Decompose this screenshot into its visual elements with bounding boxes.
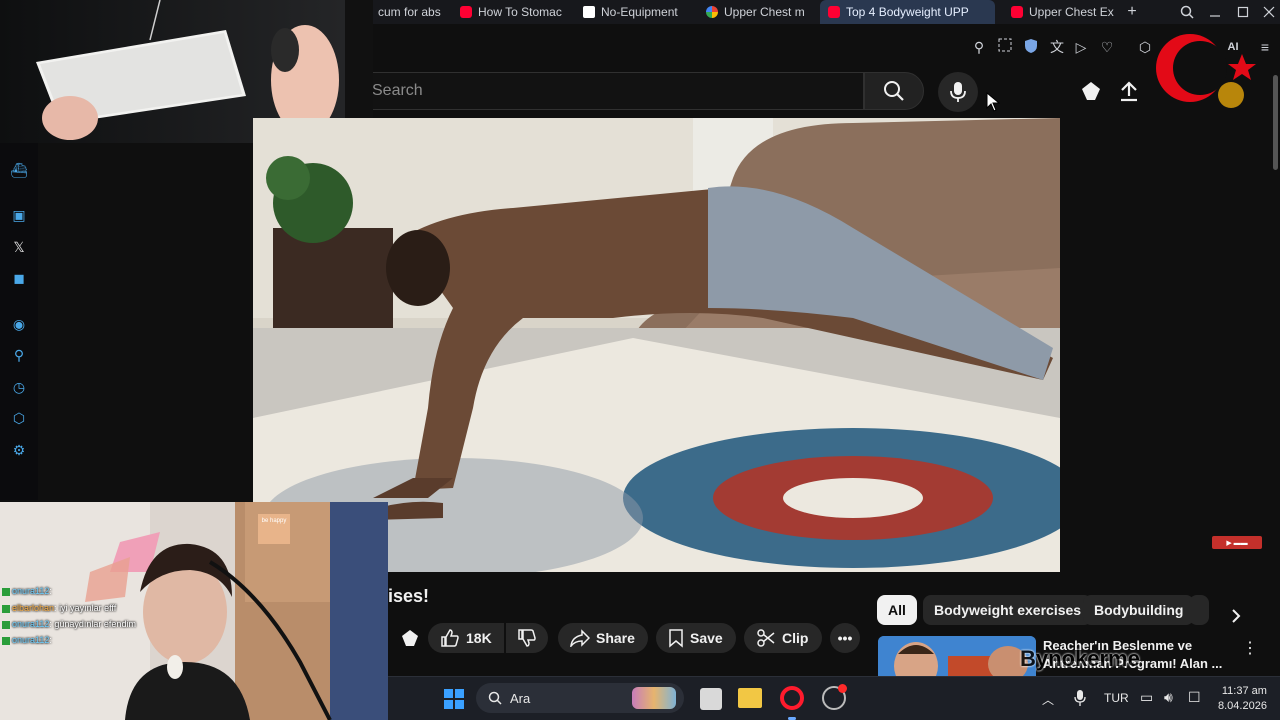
close-icon[interactable] [1258, 0, 1280, 24]
chevron-up-icon[interactable]: ︿ [1042, 691, 1054, 708]
chat-badge-icon [2, 587, 10, 596]
windows-taskbar: Ara ︿ TUR ▭ 🔊︎ ☐ 11:37 am 8.04.2026 [388, 676, 1280, 720]
search-button[interactable] [864, 72, 924, 110]
volume-icon[interactable]: 🔊︎ [1164, 689, 1173, 706]
app-icon[interactable] [822, 684, 847, 710]
notion-favicon-icon [583, 6, 595, 18]
settings-gear-icon[interactable]: ⚙ [10, 441, 28, 459]
chat-badge-icon [2, 604, 10, 613]
recommended-thumbnail[interactable] [878, 636, 1036, 676]
tab-no-equipment[interactable]: No-Equipment [575, 0, 693, 24]
tab-top4-bodyweight-active[interactable]: Top 4 Bodyweight UPP [820, 0, 995, 24]
extensions-sidebar-icon[interactable]: ⬡ [10, 409, 28, 427]
pin-icon[interactable]: ⚲ [970, 38, 988, 56]
chip-bodyweight-exercises[interactable]: Bodyweight exercises [923, 595, 1093, 625]
chat-message: onura112: [2, 586, 52, 596]
tab-label: Upper Chest Ex [1029, 5, 1114, 19]
history-icon[interactable]: ◷ [10, 378, 28, 396]
chat-badge-icon [2, 636, 10, 645]
outlook-icon[interactable]: ◼ [10, 269, 28, 287]
tab-search-icon[interactable] [1176, 0, 1198, 24]
tab-how-to-stomach[interactable]: How To Stomac [452, 0, 567, 24]
language-indicator[interactable]: TUR [1104, 691, 1129, 705]
browser-toolbar: ⚲ 文 ▷ ♡ ⬡ ⤓ AI ≡ [372, 24, 1280, 70]
new-tab-button[interactable]: + [1120, 0, 1144, 24]
more-actions-button[interactable]: ••• [830, 623, 860, 653]
maximize-icon[interactable] [1232, 0, 1254, 24]
opera-gx-icon[interactable] [780, 686, 804, 710]
chat-tray-icon[interactable]: ☐ [1188, 689, 1201, 706]
search-box[interactable] [372, 72, 864, 110]
x-twitter-icon[interactable]: 𝕏 [10, 238, 28, 256]
like-button[interactable]: 18K [428, 623, 504, 653]
tab-label: Top 4 Bodyweight UPP [846, 5, 969, 19]
browser-sidebar: ⛴ ▣ 𝕏 ◼ ◉ ⚲ ◷ ⬡ ⚙ [0, 143, 38, 500]
youtube-favicon-icon [460, 6, 472, 18]
thumbs-up-icon [441, 629, 459, 647]
tab-cum-for-abs[interactable]: cum for abs [370, 0, 442, 24]
clip-button[interactable]: Clip [744, 623, 822, 653]
chip-all[interactable]: All [877, 595, 917, 625]
chip-bodybuilding[interactable]: Bodybuilding [1083, 595, 1195, 625]
join-button[interactable] [396, 623, 424, 653]
badge-icon [402, 630, 418, 646]
tab-label: How To Stomac [478, 5, 562, 19]
tab-label: Upper Chest m [724, 5, 805, 19]
dislike-button[interactable] [506, 623, 548, 653]
voice-search-button[interactable] [938, 72, 978, 112]
tab-label: No-Equipment [601, 5, 678, 19]
clock[interactable]: 11:37 am 8.04.2026 [1218, 684, 1267, 714]
translate-icon[interactable]: 文 [1048, 38, 1066, 56]
wall-sign: be happy [261, 518, 287, 524]
kebab-menu-icon[interactable]: ⋮ [1240, 638, 1260, 658]
create-icon[interactable] [1080, 80, 1102, 107]
sidebar-tools-icon[interactable]: ⛴ [10, 161, 28, 179]
save-button[interactable]: Save [656, 623, 736, 653]
notification-dot [838, 684, 847, 693]
twitch-icon[interactable]: ▣ [10, 206, 28, 224]
share-button[interactable]: Share [558, 623, 648, 653]
task-view-icon[interactable] [700, 688, 722, 710]
page-scrollbar[interactable] [1273, 75, 1278, 170]
microphone-icon [950, 82, 966, 102]
search-icon [488, 691, 502, 705]
minimize-icon[interactable] [1204, 0, 1226, 24]
chat-badge-icon [2, 620, 10, 629]
taskbar-search[interactable]: Ara [476, 683, 684, 713]
chip-more[interactable] [1189, 595, 1209, 625]
search-highlight-image [632, 687, 676, 709]
youtube-favicon-icon [828, 6, 840, 18]
share-icon [570, 629, 590, 647]
mouse-cursor-icon [986, 91, 1001, 117]
tab-upper-chest-google[interactable]: Upper Chest m [698, 0, 814, 24]
pin-sidebar-icon[interactable]: ⚲ [10, 346, 28, 364]
network-icon[interactable]: ▭ [1140, 689, 1153, 706]
file-explorer-icon[interactable] [738, 688, 762, 708]
youtube-favicon-icon [1011, 6, 1023, 18]
shield-icon[interactable] [1022, 38, 1040, 56]
play-icon[interactable]: ▷ [1072, 38, 1090, 56]
video-title: ises! [388, 586, 430, 606]
player-icon[interactable]: ◉ [10, 315, 28, 333]
chat-message: onura112: [2, 635, 52, 645]
scissors-icon [757, 629, 775, 647]
upload-icon[interactable] [1118, 80, 1140, 107]
avatar[interactable] [1218, 82, 1244, 108]
overlay-text: Bynokerme [1020, 646, 1140, 671]
search-input[interactable] [372, 73, 863, 109]
search-icon [884, 81, 904, 101]
chat-message: elbarlohan: iyi yayınlar efff [2, 603, 116, 613]
windows-start-icon[interactable] [444, 689, 464, 714]
subscribe-watermark[interactable]: ▶ ▬▬ [1212, 536, 1262, 549]
heart-icon[interactable]: ♡ [1098, 38, 1116, 56]
microphone-tray-icon[interactable] [1074, 689, 1086, 712]
chat-message: onura112: günaydınlar efendim [2, 619, 136, 629]
google-favicon-icon [706, 6, 718, 18]
bookmark-icon [669, 629, 683, 648]
tab-label: cum for abs [378, 5, 441, 19]
thumbs-down-icon [518, 629, 536, 647]
chevron-right-icon[interactable] [1226, 606, 1246, 626]
snapshot-icon[interactable] [996, 38, 1014, 56]
tab-upper-chest-ex[interactable]: Upper Chest Ex [1003, 0, 1115, 24]
